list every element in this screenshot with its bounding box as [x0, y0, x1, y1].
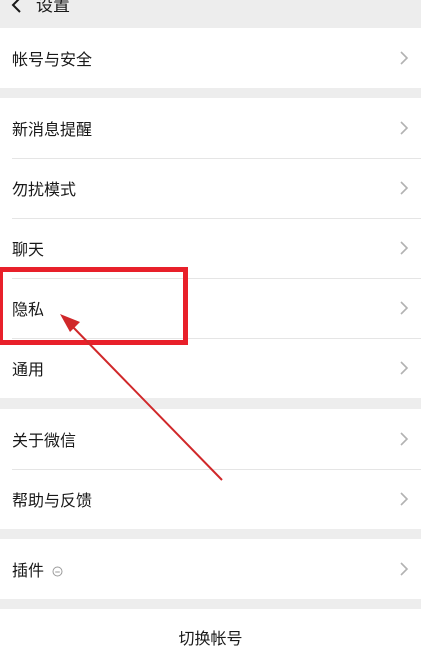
page-title: 设置	[36, 0, 70, 16]
chevron-right-icon	[400, 562, 409, 576]
menu-item-privacy[interactable]: 隐私	[0, 278, 421, 338]
menu-item-account-security[interactable]: 帐号与安全	[0, 28, 421, 88]
plugins-label: 插件	[12, 561, 45, 580]
menu-item-label: 插件	[12, 557, 63, 581]
chevron-right-icon	[400, 241, 409, 255]
nav-header: 设置	[0, 0, 421, 28]
menu-item-label: 聊天	[12, 240, 45, 259]
menu-item-general[interactable]: 通用	[0, 338, 421, 398]
menu-item-do-not-disturb[interactable]: 勿扰模式	[0, 158, 421, 218]
chevron-right-icon	[400, 492, 409, 506]
chevron-right-icon	[400, 301, 409, 315]
about-group: 关于微信 帮助与反馈	[0, 409, 421, 529]
account-group: 帐号与安全	[0, 28, 421, 88]
menu-item-label: 新消息提醒	[12, 120, 93, 139]
chevron-right-icon	[400, 361, 409, 375]
menu-item-label: 帮助与反馈	[12, 491, 93, 510]
menu-item-label: 隐私	[12, 300, 45, 319]
chevron-right-icon	[400, 432, 409, 446]
menu-item-chat[interactable]: 聊天	[0, 218, 421, 278]
chevron-right-icon	[400, 121, 409, 135]
plugins-group: 插件	[0, 539, 421, 599]
main-settings-group: 新消息提醒 勿扰模式 聊天 隐私 通用	[0, 98, 421, 398]
menu-item-new-message-notifications[interactable]: 新消息提醒	[0, 98, 421, 158]
chevron-right-icon	[400, 51, 409, 65]
chevron-right-icon	[400, 181, 409, 195]
menu-item-label: 通用	[12, 360, 45, 379]
menu-item-label: 关于微信	[12, 431, 77, 450]
menu-item-help-feedback[interactable]: 帮助与反馈	[0, 469, 421, 529]
menu-item-label: 帐号与安全	[12, 50, 93, 69]
back-arrow-icon[interactable]	[8, 0, 26, 14]
menu-item-about-wechat[interactable]: 关于微信	[0, 409, 421, 469]
menu-item-label: 勿扰模式	[12, 180, 77, 199]
clock-icon	[52, 566, 63, 577]
menu-item-plugins[interactable]: 插件	[0, 539, 421, 599]
switch-account-button[interactable]: 切换帐号	[0, 609, 421, 660]
